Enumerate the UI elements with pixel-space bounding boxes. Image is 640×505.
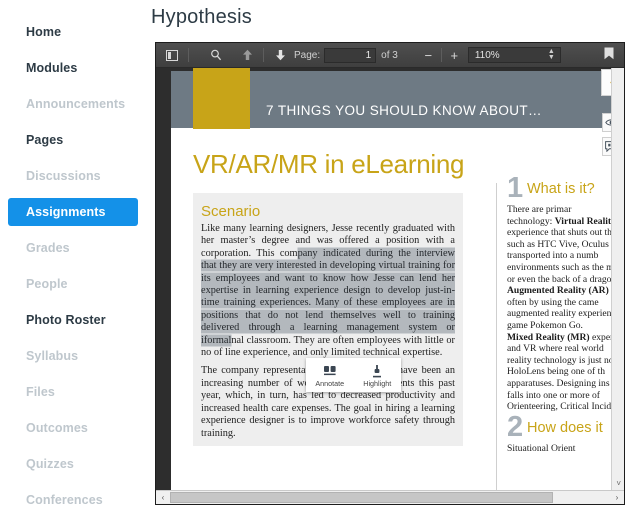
section-1-number: 1 — [507, 172, 524, 204]
scenario-heading: Scenario — [201, 203, 261, 220]
sidebar-item-photo-roster[interactable]: Photo Roster — [8, 306, 138, 334]
zoom-level-value: 110% — [474, 49, 500, 61]
scrollbar-thumb[interactable] — [170, 492, 553, 503]
toolbar-divider-3 — [440, 48, 442, 62]
highlight-button[interactable]: Highlight — [354, 358, 402, 392]
document-banner: 7 THINGS YOU SHOULD KNOW ABOUT… — [171, 68, 611, 129]
chevron-down-icon[interactable]: ˅ — [616, 479, 621, 488]
annotate-button[interactable]: Annotate — [306, 358, 354, 392]
scrollbar-track[interactable] — [170, 491, 610, 504]
page-total-label: of 3 — [381, 49, 398, 61]
sidebar-item-grades[interactable]: Grades — [8, 234, 138, 262]
viewport-right-edge: ˅ — [611, 68, 624, 504]
highlighter-icon — [373, 364, 382, 378]
pdf-page-1: 7 THINGS YOU SHOULD KNOW ABOUT… VR/AR/MR… — [171, 68, 616, 504]
sidebar-item-announcements[interactable]: Announcements — [8, 90, 138, 118]
sidebar-item-syllabus[interactable]: Syllabus — [8, 342, 138, 370]
toolbar-divider-2 — [263, 48, 264, 62]
scenario-paragraph-1: Like many learning designers, Jesse rece… — [201, 223, 455, 359]
section-1-title: What is it? — [527, 181, 595, 197]
sidebar-item-outcomes[interactable]: Outcomes — [8, 414, 138, 442]
sidebar-panel-icon[interactable] — [161, 46, 183, 65]
document-headline: VR/AR/MR in eLearning — [193, 149, 465, 179]
sidebar-item-files[interactable]: Files — [8, 378, 138, 406]
banner-text: 7 THINGS YOU SHOULD KNOW ABOUT… — [266, 103, 542, 118]
page-label: Page: — [294, 49, 321, 61]
sidebar-item-home[interactable]: Home — [8, 18, 138, 46]
column-divider — [496, 183, 497, 504]
zoom-level-select[interactable]: 110% ▲ ▼ — [467, 47, 561, 63]
arrow-up-icon[interactable] — [236, 46, 258, 65]
horizontal-scrollbar[interactable]: ‹ › — [156, 490, 624, 504]
selected-text[interactable]: pany indicated during the interview that… — [201, 247, 455, 346]
page-number-input[interactable] — [324, 47, 377, 63]
zoom-in-button[interactable]: + — [446, 48, 463, 63]
annotate-label: Annotate — [315, 379, 345, 388]
quote-icon — [323, 364, 336, 378]
scenario-box: Scenario Like many learning designers, J… — [193, 193, 463, 446]
sidebar-item-pages[interactable]: Pages — [8, 126, 138, 154]
section-2-title: How does it — [527, 419, 603, 436]
section-2-number: 2 — [507, 410, 524, 443]
sidebar-item-people[interactable]: People — [8, 270, 138, 298]
sidebar-item-conferences[interactable]: Conferences — [8, 486, 138, 505]
sidebar-item-discussions[interactable]: Discussions — [8, 162, 138, 190]
spinner-arrows-icon: ▲ ▼ — [547, 48, 555, 61]
toolbar-divider-1 — [188, 48, 189, 62]
pdf-viewport[interactable]: 7 THINGS YOU SHOULD KNOW ABOUT… VR/AR/MR… — [156, 68, 624, 504]
selection-action-popup: Annotate Highlight — [306, 358, 401, 392]
zoom-out-button[interactable]: − — [420, 48, 437, 63]
pdf-toolbar: Page: of 3 − + 110% ▲▼ — [156, 43, 624, 68]
scenario-text-plain-end: nal classroom. They are often employees … — [201, 334, 455, 359]
publisher-logo — [193, 68, 250, 129]
sidebar-item-assignments[interactable]: Assignments — [8, 198, 138, 226]
scroll-left-arrow[interactable]: ‹ — [156, 491, 170, 504]
sidebar-item-quizzes[interactable]: Quizzes — [8, 450, 138, 478]
pdf-viewer: Page: of 3 − + 110% ▲▼ — [155, 42, 625, 505]
main-content: Hypothesis Page: 1 of 3 − + 110% ▲ ▼ 7 T… — [146, 0, 640, 505]
course-navigation-sidebar: Home Modules Announcements Pages Discussions… — [0, 0, 146, 505]
search-icon[interactable] — [205, 46, 227, 65]
highlight-label: Highlight — [363, 379, 392, 388]
bookmark-icon[interactable] — [598, 47, 620, 63]
page-title: Hypothesis — [151, 6, 252, 28]
scroll-right-arrow[interactable]: › — [610, 491, 624, 504]
sidebar-item-modules[interactable]: Modules — [8, 54, 138, 82]
canvas-assignment-page: Home Modules Announcements Pages Discussions… — [0, 0, 640, 505]
arrow-down-icon[interactable] — [269, 46, 291, 65]
left-column: Scenario Like many learning designers, J… — [193, 193, 463, 446]
